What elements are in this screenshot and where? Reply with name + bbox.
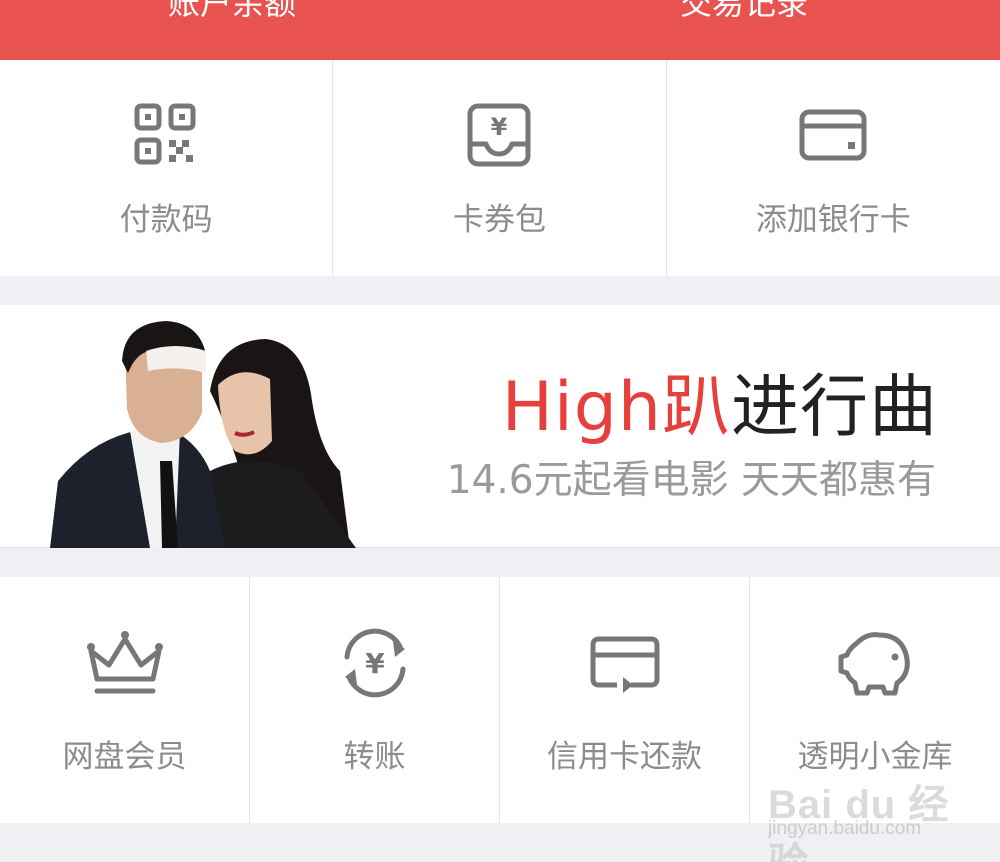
watermark-url: jingyan.baidu.com	[768, 818, 922, 839]
coupon-wallet-label: 卡券包	[452, 202, 546, 238]
svg-text:¥: ¥	[365, 647, 385, 680]
movie-promo-banner[interactable]: High趴进行曲 14.6元起看电影 天天都惠有	[0, 305, 1000, 548]
bank-card-icon	[799, 109, 867, 161]
svg-text:¥: ¥	[491, 113, 508, 141]
transfer-label: 转账	[343, 739, 406, 775]
coupon-wallet-button[interactable]: ¥ 卡券包	[333, 60, 667, 276]
account-balance-tab[interactable]: 账户余额	[168, 0, 296, 24]
credit-card-repay-label: 信用卡还款	[547, 739, 702, 775]
coupon-wallet-icon: ¥	[467, 103, 531, 167]
watermark-brand: Bai du 经验	[768, 783, 950, 862]
banner-subtitle: 14.6元起看电影 天天都惠有	[446, 458, 936, 503]
top-header-bar: 账户余额 交易记录	[0, 0, 1000, 60]
crown-icon	[86, 631, 163, 694]
add-bank-card-button[interactable]: 添加银行卡	[667, 60, 1000, 276]
cloud-membership-label: 网盘会员	[62, 739, 187, 775]
transaction-records-tab[interactable]: 交易记录	[680, 0, 808, 24]
quick-actions-row: 付款码 ¥ 卡券包 添加银行卡	[0, 60, 1000, 276]
credit-card-repay-button[interactable]: 信用卡还款	[500, 577, 750, 823]
transfer-button[interactable]: ¥ 转账	[250, 577, 500, 823]
banner-title-highlight: High趴	[501, 368, 731, 447]
payment-code-label: 付款码	[119, 202, 213, 238]
piggy-bank-icon	[838, 632, 910, 696]
payment-code-button[interactable]: 付款码	[0, 60, 334, 276]
banner-title-rest: 进行曲	[730, 368, 938, 447]
qr-code-icon	[134, 103, 196, 165]
movie-couple-image	[50, 321, 356, 548]
banner-title: High趴进行曲	[502, 351, 938, 450]
transfer-yen-icon: ¥	[344, 628, 405, 698]
credit-card-repay-icon	[590, 636, 659, 693]
add-bank-card-label: 添加银行卡	[755, 202, 911, 238]
cloud-membership-button[interactable]: 网盘会员	[0, 577, 250, 823]
baidu-jingyan-watermark: Bai du 经验 jingyan.baidu.com	[762, 758, 962, 862]
